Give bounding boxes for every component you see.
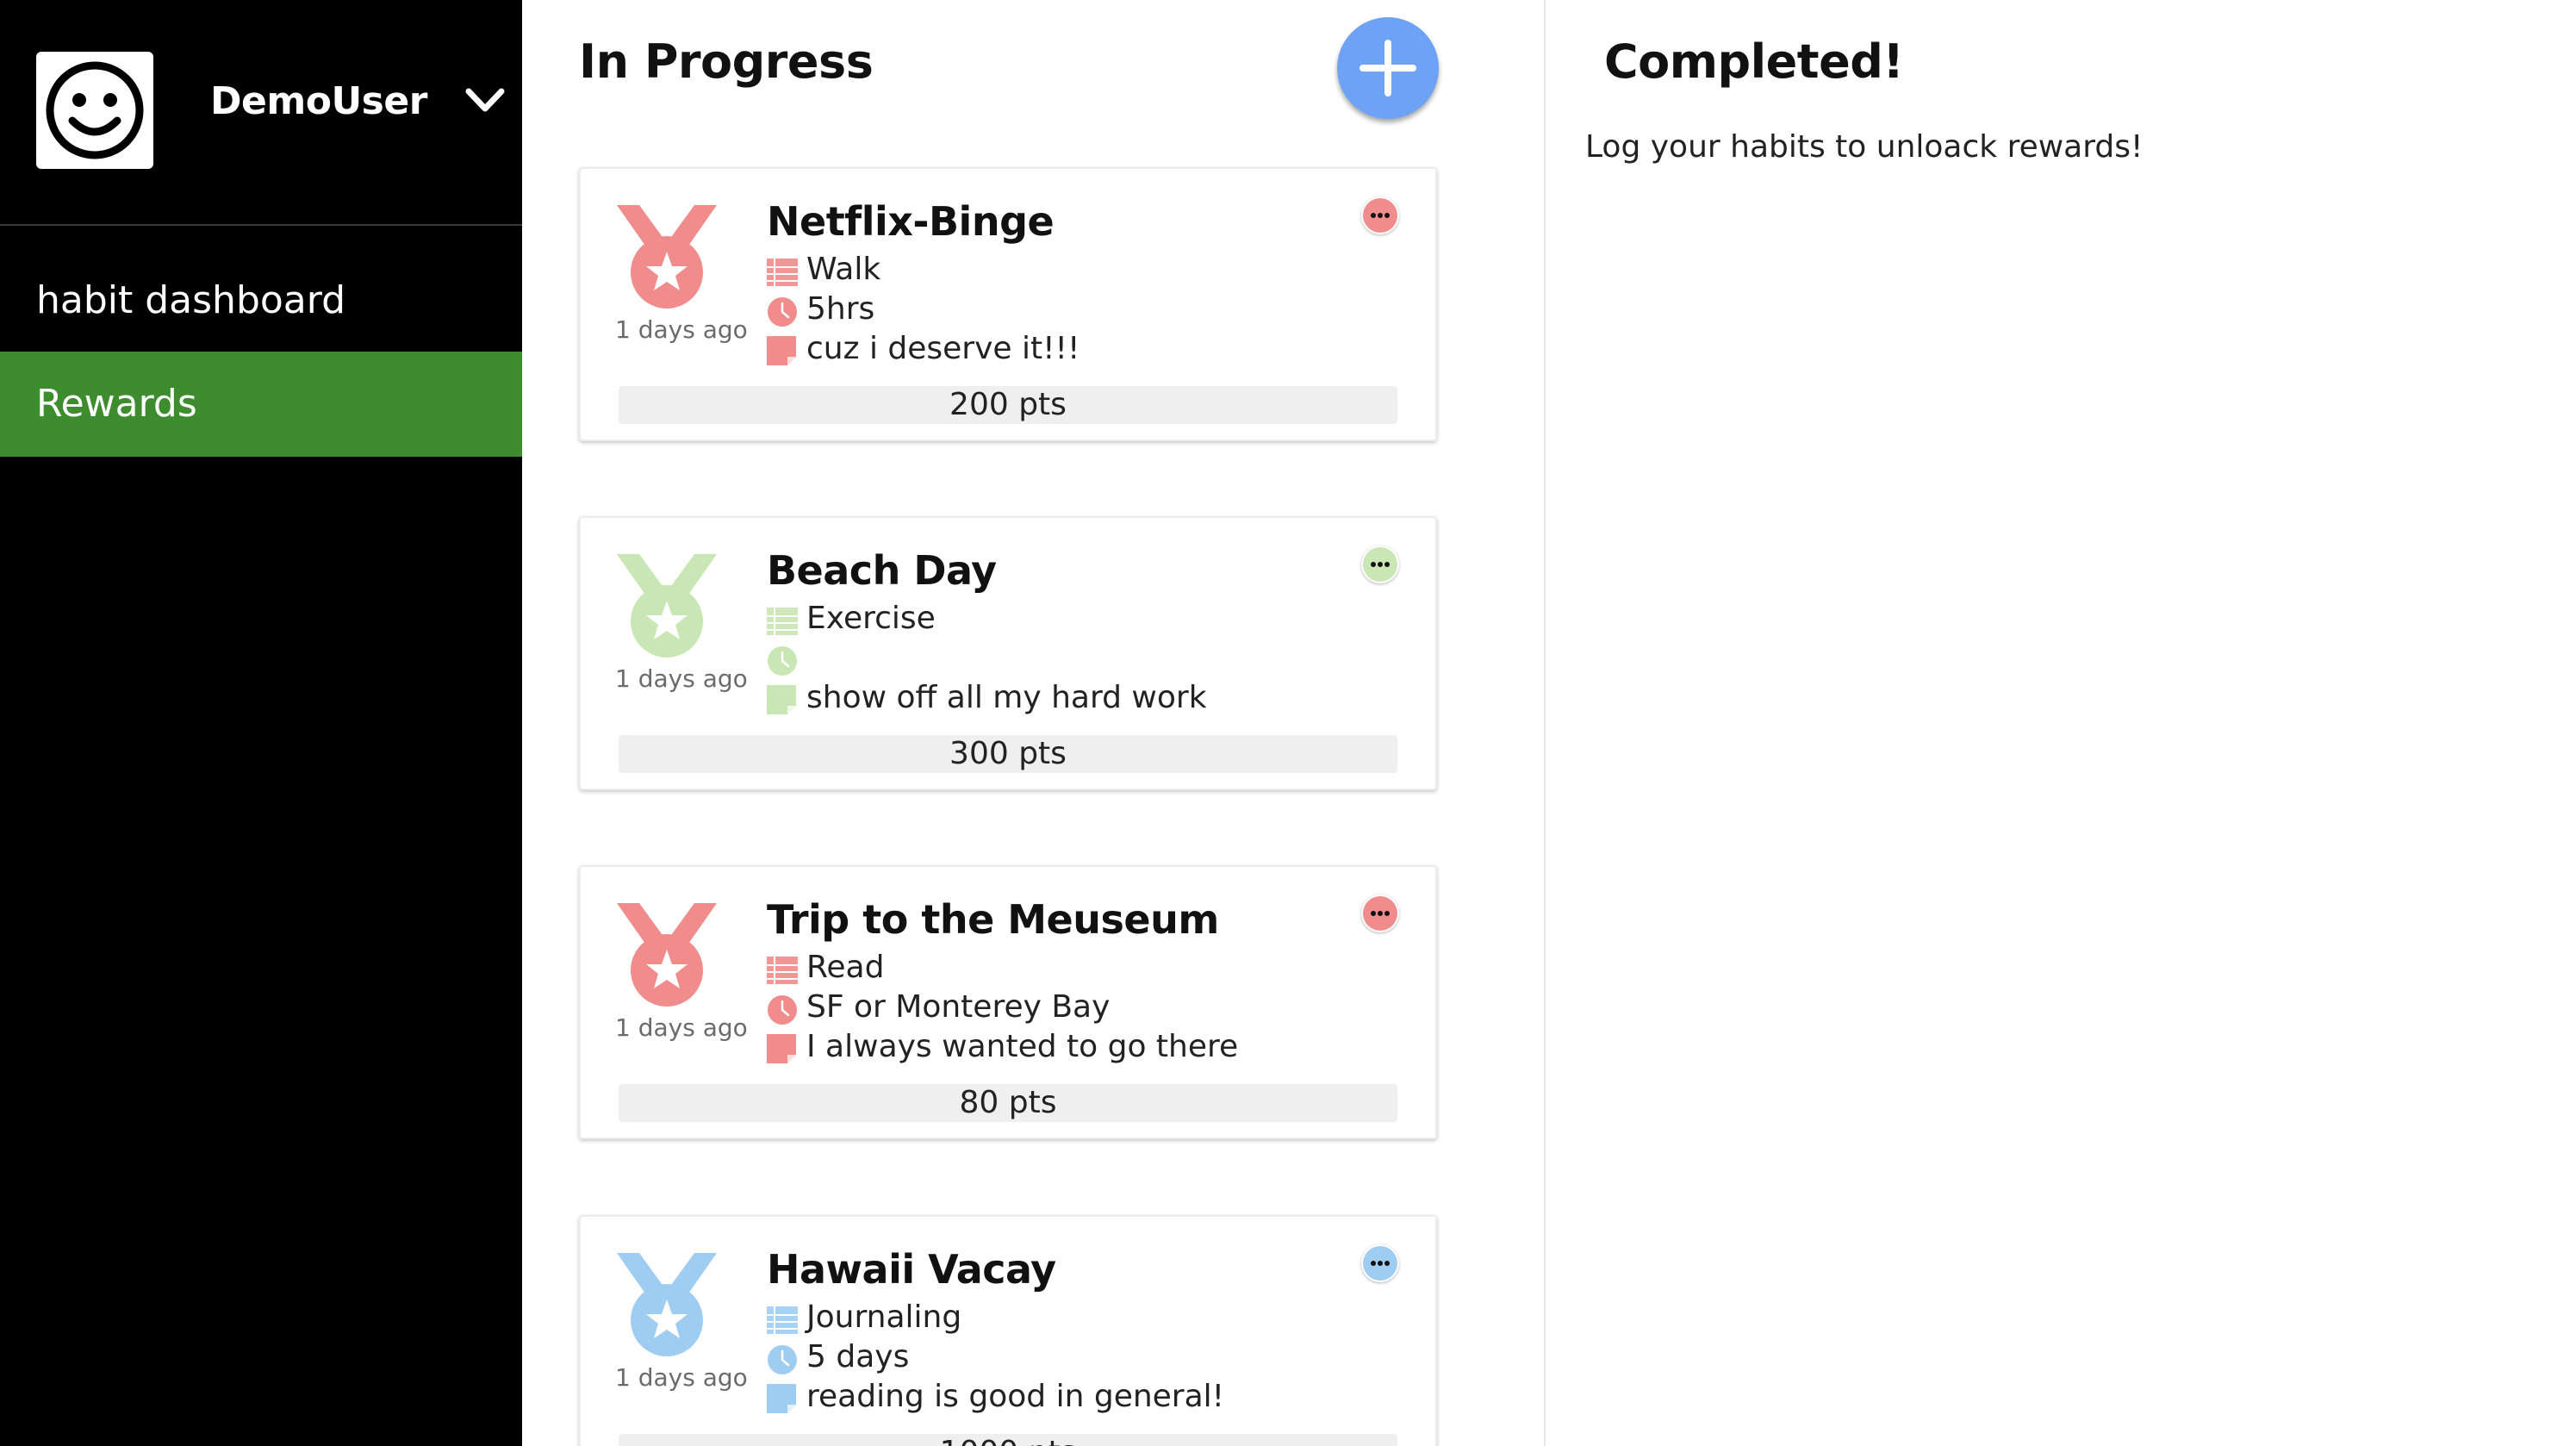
column-divider	[1544, 0, 1546, 1446]
medal-icon	[617, 205, 717, 309]
user-header: DemoUser	[0, 0, 522, 226]
habit-name: Read	[806, 950, 885, 985]
points-bar: 300 pts	[619, 735, 1397, 773]
note-icon	[767, 1384, 796, 1413]
note-icon	[767, 685, 796, 714]
reward-card: 1 days ago Netflix-Binge Walk 5hrs cuz i…	[579, 167, 1437, 441]
medal-icon	[617, 903, 717, 1007]
more-options-button[interactable]	[1361, 1244, 1399, 1282]
points-bar: 80 pts	[619, 1084, 1397, 1122]
points-bar: 1000 pts	[619, 1434, 1397, 1446]
medal-icon	[617, 554, 717, 658]
note-text: reading is good in general!	[806, 1379, 1225, 1414]
add-reward-button[interactable]	[1337, 17, 1439, 119]
list-icon	[767, 608, 798, 635]
habit-name: Journaling	[806, 1300, 962, 1335]
list-icon	[767, 259, 798, 286]
note-text: cuz i deserve it!!!	[806, 331, 1080, 366]
more-options-button[interactable]	[1361, 545, 1399, 583]
smiley-face-icon	[46, 61, 144, 159]
completed-title: Completed!	[1604, 34, 1904, 89]
note-icon	[767, 1034, 796, 1063]
note-icon	[767, 336, 796, 365]
more-options-button[interactable]	[1361, 196, 1399, 234]
ellipsis-icon	[1363, 547, 1397, 582]
note-text: show off all my hard work	[806, 680, 1207, 715]
habit-name: Exercise	[806, 601, 936, 636]
reward-title: Hawaii Vacay	[767, 1246, 1056, 1293]
time-ago: 1 days ago	[615, 1013, 748, 1042]
clock-icon	[768, 1345, 797, 1374]
ellipsis-icon	[1363, 896, 1397, 931]
rewards-page: DemoUser habit dashboard Rewards In Prog…	[0, 0, 2576, 1446]
in-progress-column: In Progress 1 days ago Netflix-Binge Wal…	[522, 0, 1544, 1446]
in-progress-title: In Progress	[579, 34, 874, 89]
username: DemoUser	[210, 79, 427, 123]
reward-card: 1 days ago Beach Day Exercise show off a…	[579, 516, 1437, 790]
list-icon	[767, 1306, 798, 1334]
sidebar: DemoUser habit dashboard Rewards	[0, 0, 522, 1446]
habit-name: Walk	[806, 252, 881, 287]
time-value: 5hrs	[806, 291, 875, 327]
completed-empty-message: Log your habits to unloack rewards!	[1585, 129, 2144, 165]
time-value: 5 days	[806, 1339, 910, 1374]
medal-icon	[617, 1253, 717, 1356]
list-icon	[767, 957, 798, 984]
points-bar: 200 pts	[619, 386, 1397, 424]
avatar	[36, 52, 153, 169]
nav-item-habit-dashboard[interactable]: habit dashboard	[0, 248, 522, 353]
nav-item-rewards[interactable]: Rewards	[0, 352, 522, 457]
clock-icon	[768, 995, 797, 1025]
ellipsis-icon	[1363, 1246, 1397, 1281]
time-value: SF or Monterey Bay	[806, 989, 1111, 1025]
reward-card: 1 days ago Trip to the Meuseum Read SF o…	[579, 865, 1437, 1139]
time-ago: 1 days ago	[615, 315, 748, 344]
time-ago: 1 days ago	[615, 1363, 748, 1392]
clock-icon	[768, 646, 797, 676]
plus-icon	[1360, 40, 1416, 97]
reward-title: Netflix-Binge	[767, 198, 1055, 245]
ellipsis-icon	[1363, 198, 1397, 233]
reward-card: 1 days ago Hawaii Vacay Journaling 5 day…	[579, 1215, 1437, 1446]
more-options-button[interactable]	[1361, 894, 1399, 932]
reward-title: Trip to the Meuseum	[767, 896, 1219, 943]
time-ago: 1 days ago	[615, 664, 748, 693]
note-text: I always wanted to go there	[806, 1029, 1239, 1064]
clock-icon	[768, 297, 797, 327]
chevron-down-icon[interactable]	[465, 86, 505, 115]
reward-title: Beach Day	[767, 547, 997, 594]
